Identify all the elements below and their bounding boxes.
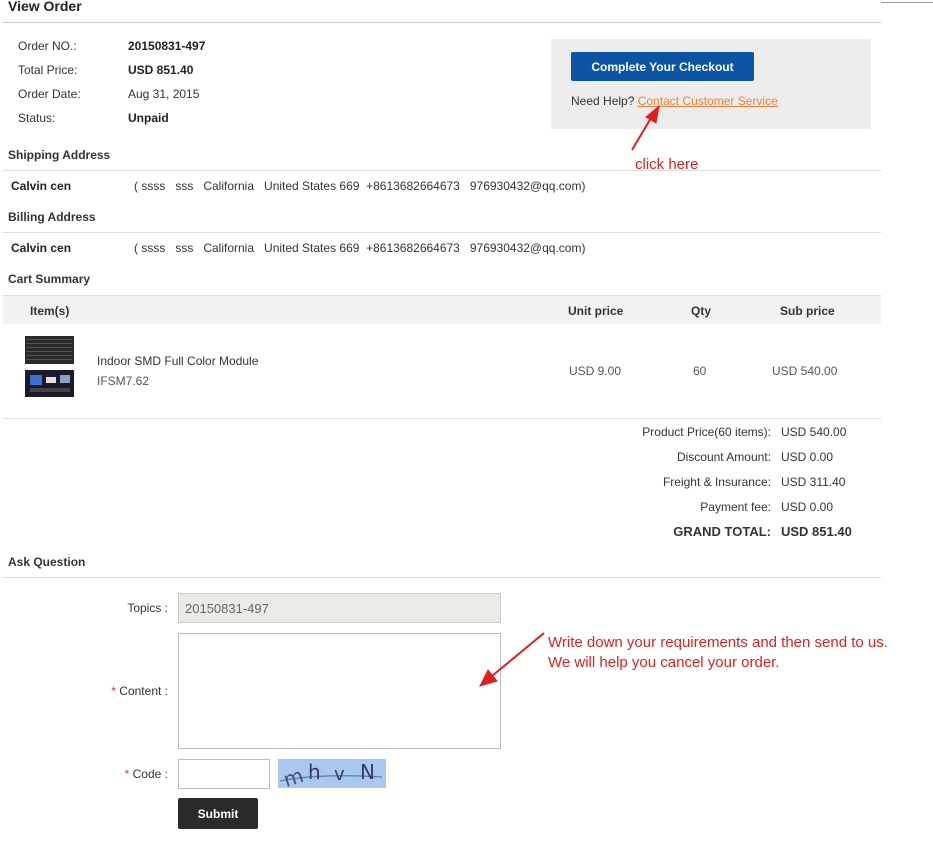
shipping-name: Calvin cen <box>11 179 72 193</box>
cart-divider <box>3 418 881 419</box>
grand-total-label: GRAND TOTAL: <box>673 524 771 539</box>
cart-table-header: Item(s) Unit price Qty Sub price <box>3 295 881 324</box>
product-name[interactable]: Indoor SMD Full Color Module <box>97 354 258 368</box>
product-qty: 60 <box>693 364 707 378</box>
grand-total-value: USD 851.40 <box>781 524 852 539</box>
status-value: Unpaid <box>128 111 169 125</box>
topics-input[interactable] <box>178 593 501 623</box>
content-label: Content : <box>119 684 168 698</box>
total-price-value: USD 851.40 <box>128 63 194 77</box>
product-sub-price: USD 540.00 <box>772 364 838 378</box>
status-label: Status: <box>18 111 56 125</box>
payment-fee-value: USD 0.00 <box>781 500 834 514</box>
freight-label: Freight & Insurance: <box>662 475 771 489</box>
ask-question-title: Ask Question <box>8 555 86 569</box>
order-date-label: Order Date: <box>18 87 81 101</box>
page-title: View Order <box>8 0 82 14</box>
header-unit-price: Unit price <box>568 304 624 318</box>
header-sub-price: Sub price <box>780 304 835 318</box>
contact-customer-service-link[interactable]: Contact Customer Service <box>638 94 778 108</box>
product-unit-price: USD 9.00 <box>569 364 622 378</box>
cart-summary-title: Cart Summary <box>8 272 91 286</box>
code-label-wrap: * Code : <box>18 767 168 781</box>
content-label-wrap: * Content : <box>18 684 168 698</box>
billing-address-text: ( ssss sss California United States 669 … <box>134 241 586 255</box>
shipping-divider <box>3 170 881 171</box>
content-required-mark: * <box>111 684 116 698</box>
shipping-address-text: ( ssss sss California United States 669 … <box>134 179 586 193</box>
title-divider <box>3 22 881 23</box>
ask-question-divider <box>3 577 881 578</box>
product-price-value: USD 540.00 <box>781 425 847 439</box>
billing-divider <box>3 232 881 233</box>
order-date-value: Aug 31, 2015 <box>128 87 200 101</box>
discount-label: Discount Amount: <box>676 450 771 464</box>
content-textarea[interactable] <box>178 633 501 749</box>
product-price-label: Product Price(60 items): <box>642 425 771 439</box>
product-sku: IFSM7.62 <box>97 374 150 388</box>
checkout-panel: Complete Your Checkout Need Help? Contac… <box>551 39 871 129</box>
code-input[interactable] <box>178 759 270 789</box>
payment-fee-label: Payment fee: <box>700 500 771 514</box>
freight-value: USD 311.40 <box>781 475 846 489</box>
billing-name: Calvin cen <box>11 241 72 255</box>
need-help-text: Need Help? Contact Customer Service <box>571 94 778 108</box>
captcha-image[interactable]: m h v N <box>278 759 386 788</box>
total-price-label: Total Price: <box>18 63 78 77</box>
header-qty: Qty <box>691 304 712 318</box>
code-label: Code : <box>132 767 168 781</box>
svg-text:N: N <box>360 760 375 784</box>
instruction-annotation-line2: We will help you cancel your order. <box>548 654 780 671</box>
need-help-label: Need Help? <box>571 94 635 108</box>
svg-text:v: v <box>334 764 345 785</box>
title-divider-right <box>881 2 933 3</box>
order-no-label: Order NO.: <box>18 39 77 53</box>
svg-text:h: h <box>308 760 321 784</box>
code-required-mark: * <box>124 767 130 781</box>
topics-label: Topics : <box>127 601 168 615</box>
submit-button[interactable]: Submit <box>178 798 258 829</box>
shipping-address-title: Shipping Address <box>8 148 111 162</box>
order-no-value: 20150831-497 <box>128 39 206 53</box>
product-thumbnail[interactable] <box>24 333 76 403</box>
header-items: Item(s) <box>30 304 70 318</box>
discount-value: USD 0.00 <box>781 450 834 464</box>
billing-address-title: Billing Address <box>8 210 96 224</box>
complete-checkout-button[interactable]: Complete Your Checkout <box>571 52 754 81</box>
instruction-annotation-line1: Write down your requirements and then se… <box>548 634 888 651</box>
